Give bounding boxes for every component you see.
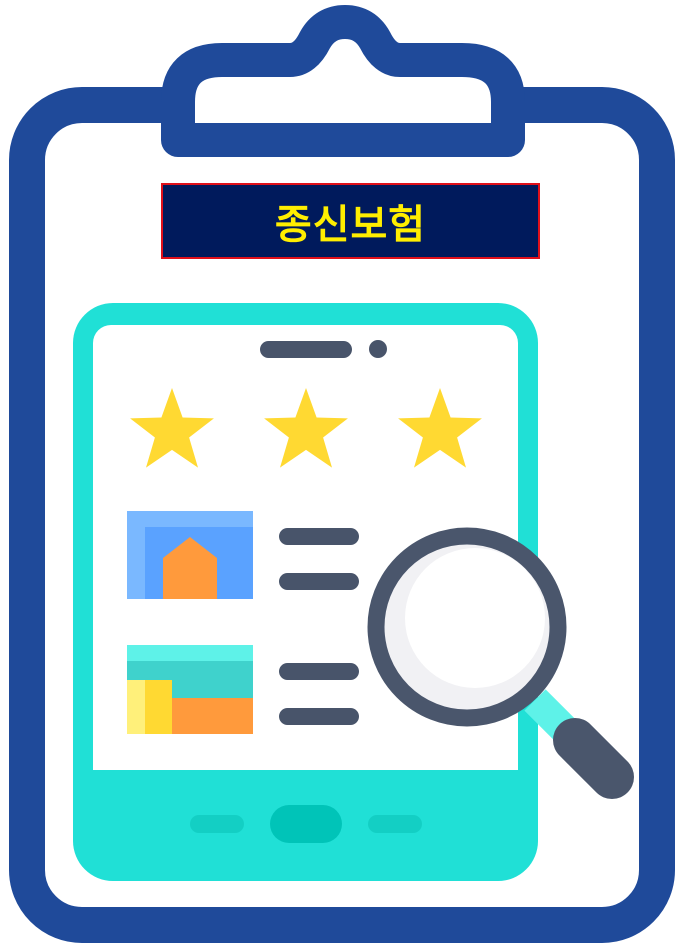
back-button-shape — [190, 815, 244, 833]
clipboard-illustration — [9, 5, 675, 943]
image-thumbnail-icon — [127, 511, 253, 599]
image-thumbnail-icon — [127, 645, 253, 734]
home-button-shape — [270, 805, 342, 843]
title-banner: 종신보험 — [161, 183, 540, 259]
speaker-bar — [260, 341, 352, 358]
camera-dot — [369, 340, 387, 358]
page-title: 종신보험 — [274, 202, 427, 248]
text-line — [279, 573, 359, 590]
menu-button-shape — [368, 815, 422, 833]
text-line — [279, 663, 359, 680]
text-line — [279, 528, 359, 545]
text-line — [279, 708, 359, 725]
